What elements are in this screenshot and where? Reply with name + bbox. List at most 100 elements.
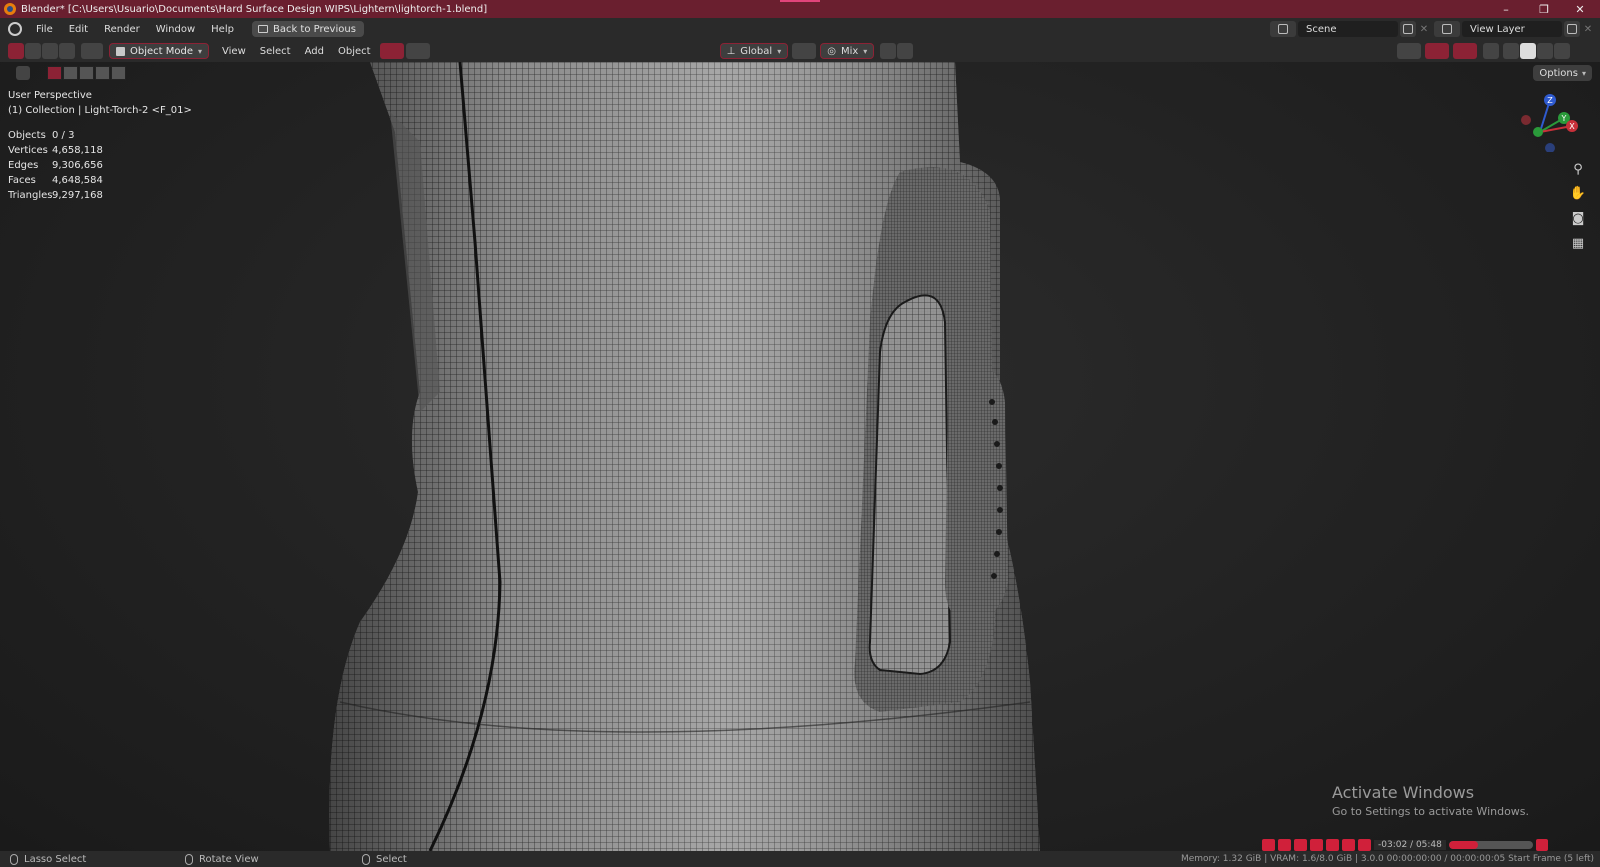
menu-edit[interactable]: Edit xyxy=(61,24,96,35)
pivot-icon[interactable] xyxy=(379,43,404,59)
blender-logo-icon[interactable] xyxy=(8,22,22,36)
object-mode-label: Object Mode xyxy=(130,45,193,57)
restore-button[interactable]: ❐ xyxy=(1526,0,1562,18)
orientation-dropdown[interactable]: ⊥ Global ▾ xyxy=(719,43,789,59)
select-subtract-icon[interactable] xyxy=(79,66,94,80)
options-dropdown[interactable]: Options ▾ xyxy=(1533,65,1592,81)
neg-z-axis-icon[interactable] xyxy=(1545,143,1555,152)
new-view-layer-icon[interactable] xyxy=(1564,21,1580,37)
back-to-previous-label: Back to Previous xyxy=(272,23,356,35)
loop-icon[interactable] xyxy=(1358,839,1371,851)
falloff-icon[interactable] xyxy=(897,43,914,59)
navigation-gizmo[interactable]: Z Y X xyxy=(1518,92,1578,152)
menu-object[interactable]: Object xyxy=(331,46,378,57)
activate-subtitle: Go to Settings to activate Windows. xyxy=(1332,805,1530,818)
title-accent xyxy=(780,0,820,2)
stat-row: Triangles 9,297,168 xyxy=(8,188,103,203)
chevron-down-icon: ▾ xyxy=(198,46,203,56)
close-button[interactable]: ✕ xyxy=(1562,0,1598,18)
play-reverse-icon[interactable] xyxy=(1294,839,1307,851)
zoom-icon[interactable]: ⚲ xyxy=(1568,159,1588,179)
viewport-header: Object Mode ▾ View Select Add Object ⊥ G… xyxy=(0,40,1600,62)
lasso-select-label: Lasso Select xyxy=(24,853,87,865)
wireframe-shading-icon[interactable] xyxy=(1503,43,1520,59)
remove-scene-icon[interactable]: ✕ xyxy=(1418,24,1430,35)
stat-value: 4,648,584 xyxy=(52,175,103,186)
camera-icon[interactable]: ◙ xyxy=(1568,208,1588,228)
stat-value: 9,297,168 xyxy=(52,190,103,201)
grid-perspective-icon[interactable]: ▦ xyxy=(1568,233,1588,253)
next-keyframe-icon[interactable] xyxy=(1326,839,1339,851)
lasso-select-hint: Lasso Select xyxy=(10,851,86,867)
visibility-icon[interactable] xyxy=(1397,43,1422,59)
scene-statistics: Objects 0 / 3 Vertices 4,658,118 Edges 9,30… xyxy=(8,128,103,203)
neg-y-axis-icon[interactable] xyxy=(1533,127,1543,137)
pivot-point-icon[interactable] xyxy=(792,43,817,59)
chevron-down-icon: ▾ xyxy=(863,46,868,56)
gizmo-icon[interactable] xyxy=(1425,43,1450,59)
activate-title: Activate Windows xyxy=(1332,783,1475,802)
status-info: Memory: 1.32 GiB | VRAM: 1.6/8.0 GiB | 3… xyxy=(1180,854,1594,864)
mesh-tool-icon[interactable] xyxy=(42,43,58,59)
y-axis-label: Y xyxy=(1561,114,1567,123)
pan-hand-icon[interactable]: ✋ xyxy=(1568,183,1588,203)
select-intersect-icon[interactable] xyxy=(111,66,126,80)
screen-icon xyxy=(257,25,268,33)
stat-row: Edges 9,306,656 xyxy=(8,158,103,173)
back-to-previous-button[interactable]: Back to Previous xyxy=(251,21,364,37)
jump-end-icon[interactable] xyxy=(1342,839,1355,851)
playback-progress[interactable] xyxy=(1448,841,1533,849)
select-new-icon[interactable] xyxy=(47,66,62,80)
view-layer-icon[interactable] xyxy=(1434,21,1460,37)
select-label: Select xyxy=(376,853,407,865)
minimize-button[interactable]: – xyxy=(1488,0,1524,18)
transform-tool-icon[interactable] xyxy=(25,43,41,59)
view-perspective-label: User Perspective xyxy=(8,90,92,101)
object-mode-dropdown[interactable]: Object Mode ▾ xyxy=(109,43,210,59)
options-label: Options xyxy=(1539,67,1578,79)
playback-time: -03:02 / 05:48 xyxy=(1374,840,1446,850)
stat-row: Faces 4,648,584 xyxy=(8,173,103,188)
menu-select[interactable]: Select xyxy=(253,46,298,57)
scene-icon[interactable] xyxy=(1270,21,1296,37)
proportional-icon[interactable] xyxy=(405,43,430,59)
cursor-tool-icon[interactable] xyxy=(16,66,30,80)
material-shading-icon[interactable] xyxy=(1537,43,1554,59)
neg-x-axis-icon[interactable] xyxy=(1521,115,1531,125)
jump-start-icon[interactable] xyxy=(1262,839,1275,851)
play-icon[interactable] xyxy=(1310,839,1323,851)
close-timeline-icon[interactable] xyxy=(1535,839,1548,851)
xray-icon[interactable] xyxy=(1483,43,1500,59)
scene-field[interactable]: Scene xyxy=(1298,21,1398,37)
proportional-editing-icon[interactable] xyxy=(880,43,897,59)
menu-help[interactable]: Help xyxy=(203,24,242,35)
remove-view-layer-icon[interactable]: ✕ xyxy=(1582,24,1594,35)
x-axis-label: X xyxy=(1569,122,1575,131)
menu-window[interactable]: Window xyxy=(148,24,203,35)
menu-render[interactable]: Render xyxy=(96,24,148,35)
view-layer-field[interactable]: View Layer xyxy=(1462,21,1562,37)
overlays-icon[interactable] xyxy=(1453,43,1478,59)
tool-settings-icon[interactable] xyxy=(81,43,103,59)
solid-shading-icon[interactable] xyxy=(1520,43,1537,59)
3d-viewport[interactable]: Options ▾ User Perspective (1) Collectio… xyxy=(0,62,1600,851)
menu-add[interactable]: Add xyxy=(298,46,331,57)
stat-value: 4,658,118 xyxy=(52,145,103,156)
window-title: Blender* [C:\Users\Usuario\Documents\Har… xyxy=(21,3,488,15)
mesh-render xyxy=(329,62,1040,851)
select-difference-icon[interactable] xyxy=(95,66,110,80)
rotate-view-hint: Rotate View xyxy=(185,851,259,867)
snap-dropdown[interactable]: ◎ Mix ▾ xyxy=(820,43,875,59)
rendered-shading-icon[interactable] xyxy=(1554,43,1571,59)
cube-icon xyxy=(116,46,125,56)
new-scene-icon[interactable] xyxy=(1400,21,1416,37)
select-extend-icon[interactable] xyxy=(63,66,78,80)
menu-view[interactable]: View xyxy=(215,46,253,57)
scene-glyph-icon xyxy=(1278,24,1288,34)
copy-icon xyxy=(1567,24,1577,34)
link-tool-icon[interactable] xyxy=(59,43,75,59)
collection-label: (1) Collection | Light-Torch-2 <F_01> xyxy=(8,105,192,116)
menu-file[interactable]: File xyxy=(28,24,61,35)
editor-type-icon[interactable] xyxy=(8,43,24,59)
prev-keyframe-icon[interactable] xyxy=(1278,839,1291,851)
